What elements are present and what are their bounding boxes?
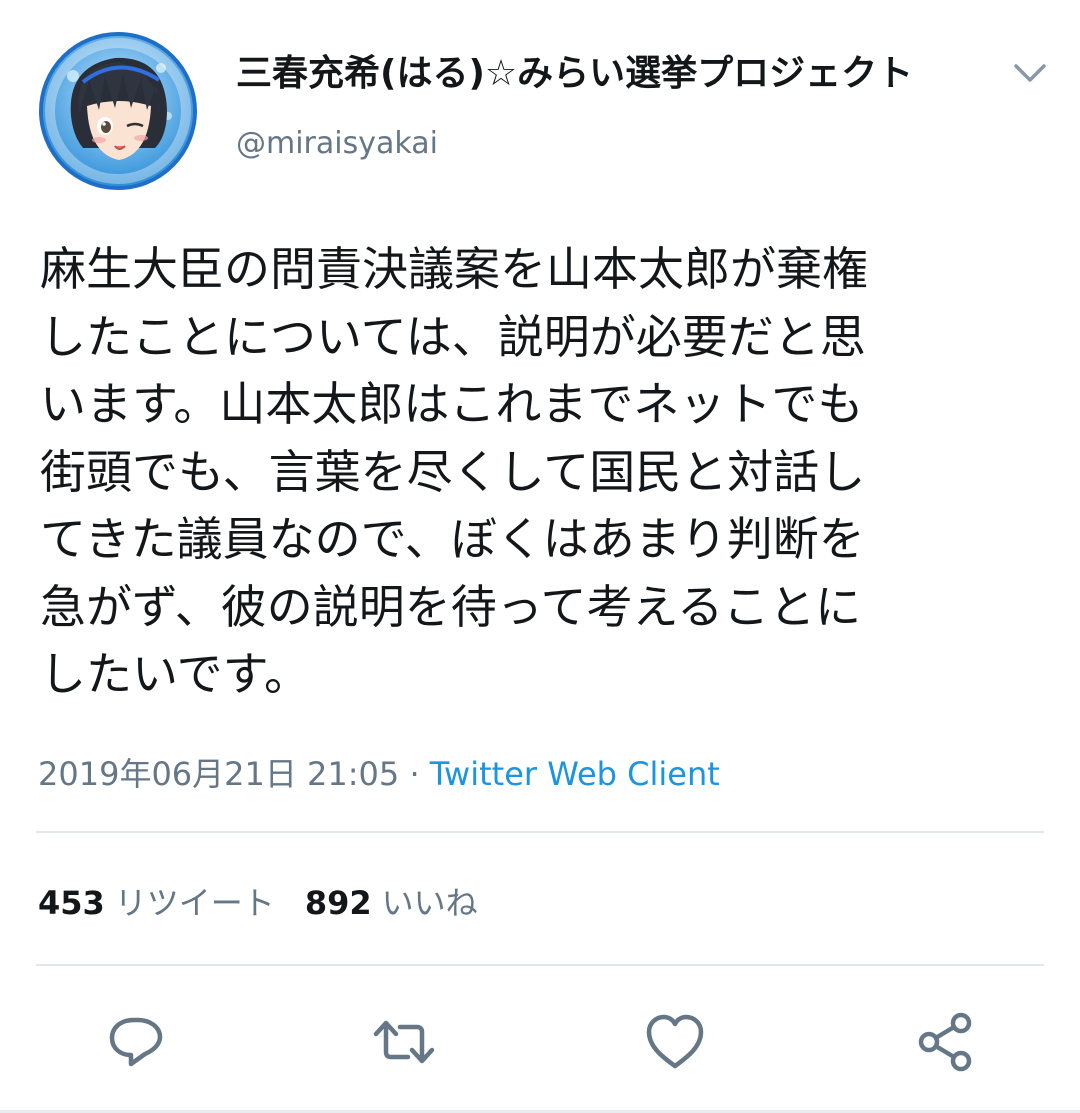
screen-name[interactable]: @miraisyakai — [236, 118, 438, 170]
share-icon — [918, 1012, 972, 1072]
avatar-illustration — [43, 36, 193, 186]
like-count-number: 892 — [304, 884, 372, 922]
like-button[interactable] — [643, 1010, 707, 1074]
like-count-label: いいね — [381, 884, 478, 922]
tweet-meta: 2019年06月21日 21:05 · Twitter Web Client — [38, 750, 720, 798]
retweet-count-label: リツイート — [114, 884, 275, 922]
tweet-stats: 453 リツイート 892 いいね — [38, 878, 478, 928]
avatar[interactable] — [39, 32, 197, 190]
reply-button[interactable] — [104, 1010, 168, 1074]
divider — [36, 831, 1044, 833]
retweet-count-number: 453 — [38, 884, 105, 922]
like-icon — [646, 1014, 704, 1069]
reply-icon — [109, 1017, 163, 1067]
display-name[interactable]: 三春充希(はる)☆みらい選挙プロジェクト — [236, 46, 913, 102]
retweet-icon — [373, 1020, 435, 1064]
like-count[interactable]: 892 いいね — [305, 884, 478, 922]
meta-separator: · — [399, 755, 430, 793]
timestamp[interactable]: 2019年06月21日 21:05 — [38, 755, 399, 793]
retweet-button[interactable] — [372, 1010, 436, 1074]
tweet-text: 麻生大臣の問責決議案を山本太郎が棄権 したことについては、説明が必要だと思 いま… — [40, 242, 868, 701]
retweet-count[interactable]: 453 リツイート — [38, 884, 275, 922]
share-button[interactable] — [913, 1010, 977, 1074]
client-link[interactable]: Twitter Web Client — [430, 755, 720, 793]
divider — [36, 964, 1044, 966]
chevron-down-icon[interactable] — [1008, 54, 1052, 94]
